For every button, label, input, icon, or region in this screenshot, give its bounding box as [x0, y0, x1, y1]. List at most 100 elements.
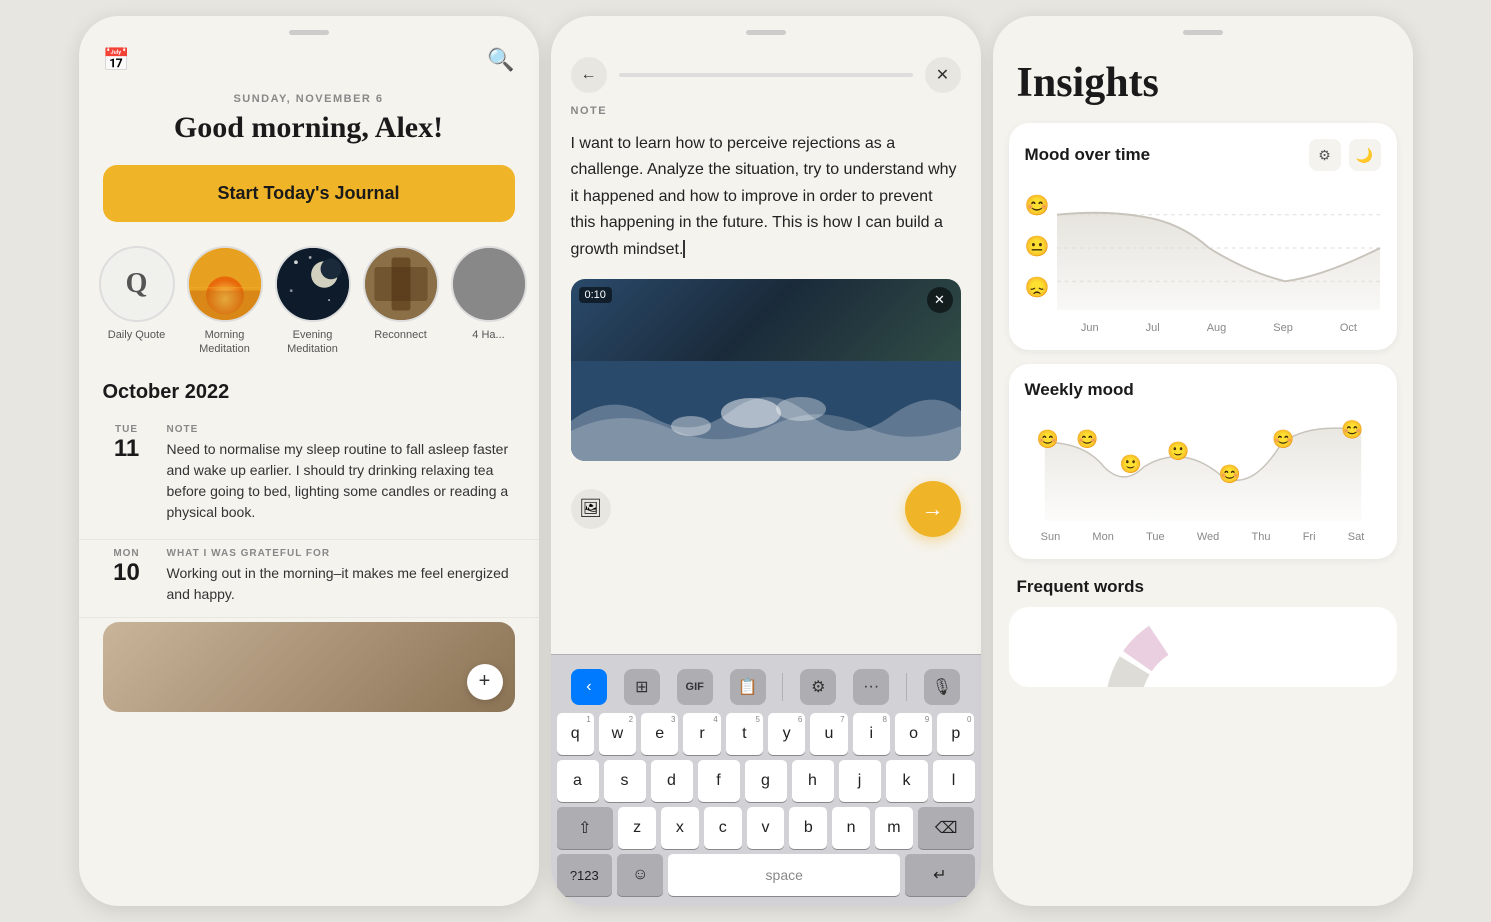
key-q[interactable]: q1	[557, 713, 594, 755]
weekly-emoji-fri: 😊	[1272, 429, 1294, 449]
entry-text-2: Working out in the morning–it makes me f…	[167, 563, 515, 605]
morning-meditation-circle[interactable]	[187, 246, 263, 322]
evening-meditation-circle[interactable]	[275, 246, 351, 322]
weekly-mood-card: Weekly mood 😊 😊 🙂 🙂 😊	[1009, 364, 1397, 559]
key-d[interactable]: d	[651, 760, 693, 802]
key-p[interactable]: p0	[937, 713, 974, 755]
key-delete[interactable]: ⌫	[918, 807, 975, 849]
toolbar-divider	[782, 673, 783, 701]
key-j[interactable]: j	[839, 760, 881, 802]
entry-content-2[interactable]: WHAT I WAS GRATEFUL FOR Working out in t…	[167, 548, 515, 605]
key-shift[interactable]: ⇧	[557, 807, 614, 849]
circle-reconnect[interactable]: Reconnect	[363, 246, 439, 357]
weekly-emoji-tue: 🙂	[1119, 454, 1141, 474]
wave-graphic	[571, 361, 961, 461]
keyboard-back-btn[interactable]: ‹	[571, 669, 607, 705]
key-r[interactable]: r4	[683, 713, 720, 755]
key-z[interactable]: z	[618, 807, 656, 849]
key-x[interactable]: x	[661, 807, 699, 849]
weekly-mood-title: Weekly mood	[1025, 380, 1134, 400]
top-bar-2	[551, 16, 981, 43]
video-thumbnail[interactable]: 0:10 ✕	[571, 279, 961, 461]
word-cloud-chart	[1009, 607, 1397, 687]
key-v[interactable]: v	[747, 807, 785, 849]
mood-settings-button[interactable]: ⚙	[1309, 139, 1341, 171]
keyboard-more-btn[interactable]: ···	[853, 669, 889, 705]
key-n[interactable]: n	[832, 807, 870, 849]
word-cloud	[1009, 607, 1397, 687]
month-oct: Oct	[1340, 322, 1357, 334]
search-icon[interactable]: 🔍	[487, 47, 514, 73]
key-i[interactable]: i8	[853, 713, 890, 755]
mood-dark-mode-button[interactable]: 🌙	[1349, 139, 1381, 171]
weekly-chart-area: 😊 😊 🙂 🙂 😊 😊 😊 Sun Mon Tue Wed Thu Fri Sa…	[1025, 412, 1381, 543]
key-b[interactable]: b	[789, 807, 827, 849]
daily-quote-circle[interactable]: Q	[99, 246, 175, 322]
key-return-icon[interactable]: ↵	[905, 854, 974, 896]
entry-day-num-2: 10	[103, 559, 151, 587]
reconnect-circle[interactable]	[363, 246, 439, 322]
key-w[interactable]: w2	[599, 713, 636, 755]
key-k[interactable]: k	[886, 760, 928, 802]
back-button[interactable]: ←	[571, 57, 607, 93]
add-button[interactable]: +	[467, 664, 503, 700]
top-bar	[79, 16, 539, 43]
month-jun: Jun	[1081, 322, 1099, 334]
key-m[interactable]: m	[875, 807, 913, 849]
key-y[interactable]: y6	[768, 713, 805, 755]
keyboard-area: ‹ ⊞ GIF 📋 ⚙ ··· 🎙 q1 w2 e3 r4 t5 y6 u7 i…	[551, 654, 981, 906]
entry-day-name-2: MON	[103, 548, 151, 559]
date-greeting-section: SUNDAY, NOVEMBER 6 Good morning, Alex!	[79, 85, 539, 161]
drag-pill	[289, 30, 329, 35]
keyboard-bottom-row: ?123 ☺ space ↵	[555, 854, 977, 902]
keyboard-mic-btn[interactable]: 🎙	[924, 669, 960, 705]
entry-date-2: MON 10	[103, 548, 151, 605]
keyboard-row-3: ⇧ z x c v b n m ⌫	[555, 807, 977, 849]
mood-chart-container: 😊 😐 😞	[1025, 183, 1381, 334]
key-s[interactable]: s	[604, 760, 646, 802]
note-body[interactable]: I want to learn how to perceive rejectio…	[551, 123, 981, 279]
note-label: NOTE	[551, 93, 981, 123]
key-f[interactable]: f	[698, 760, 740, 802]
key-e[interactable]: e3	[641, 713, 678, 755]
key-o[interactable]: o9	[895, 713, 932, 755]
weekly-emoji-thu: 😊	[1218, 464, 1240, 484]
attach-image-button[interactable]: 🖼	[571, 489, 611, 529]
keyboard-settings-btn[interactable]: ⚙	[800, 669, 836, 705]
note-top-bar: ← ✕	[551, 43, 981, 93]
start-journal-button[interactable]: Start Today's Journal	[103, 165, 515, 222]
month-aug: Aug	[1207, 322, 1227, 334]
circle-evening-meditation[interactable]: EveningMeditation	[275, 246, 351, 357]
key-g[interactable]: g	[745, 760, 787, 802]
keyboard-toolbar: ‹ ⊞ GIF 📋 ⚙ ··· 🎙	[555, 663, 977, 713]
keyboard-emoji-sticker-btn[interactable]: ⊞	[624, 669, 660, 705]
date-label: SUNDAY, NOVEMBER 6	[103, 93, 515, 105]
entry-content-1[interactable]: NOTE Need to normalise my sleep routine …	[167, 424, 515, 523]
keyboard-clipboard-btn[interactable]: 📋	[730, 669, 766, 705]
key-num-sym[interactable]: ?123	[557, 854, 613, 896]
key-emoji[interactable]: ☺	[617, 854, 663, 896]
key-a[interactable]: a	[557, 760, 599, 802]
keyboard-gif-btn[interactable]: GIF	[677, 669, 713, 705]
key-c[interactable]: c	[704, 807, 742, 849]
key-t[interactable]: t5	[726, 713, 763, 755]
key-u[interactable]: u7	[810, 713, 847, 755]
note-title-bar	[619, 73, 913, 77]
calendar-icon[interactable]: 📅	[103, 47, 130, 73]
mood-month-labels: Jun Jul Aug Sep Oct	[1057, 318, 1380, 334]
circle-daily-quote[interactable]: Q Daily Quote	[99, 246, 175, 357]
key-space[interactable]: space	[668, 854, 900, 896]
key-h[interactable]: h	[792, 760, 834, 802]
mood-chart-area: Jun Jul Aug Sep Oct	[1057, 183, 1380, 334]
drag-pill-3	[1183, 30, 1223, 35]
video-close-button[interactable]: ✕	[927, 287, 953, 313]
circle-extra[interactable]: 4 Ha...	[451, 246, 527, 357]
key-l[interactable]: l	[933, 760, 975, 802]
close-button[interactable]: ✕	[925, 57, 961, 93]
day-sat: Sat	[1348, 531, 1365, 543]
send-button[interactable]: →	[905, 481, 961, 537]
reconnect-label: Reconnect	[374, 328, 427, 342]
extra-circle[interactable]	[451, 246, 527, 322]
entry-date-1: TUE 11	[103, 424, 151, 523]
circle-morning-meditation[interactable]: MorningMeditation	[187, 246, 263, 357]
